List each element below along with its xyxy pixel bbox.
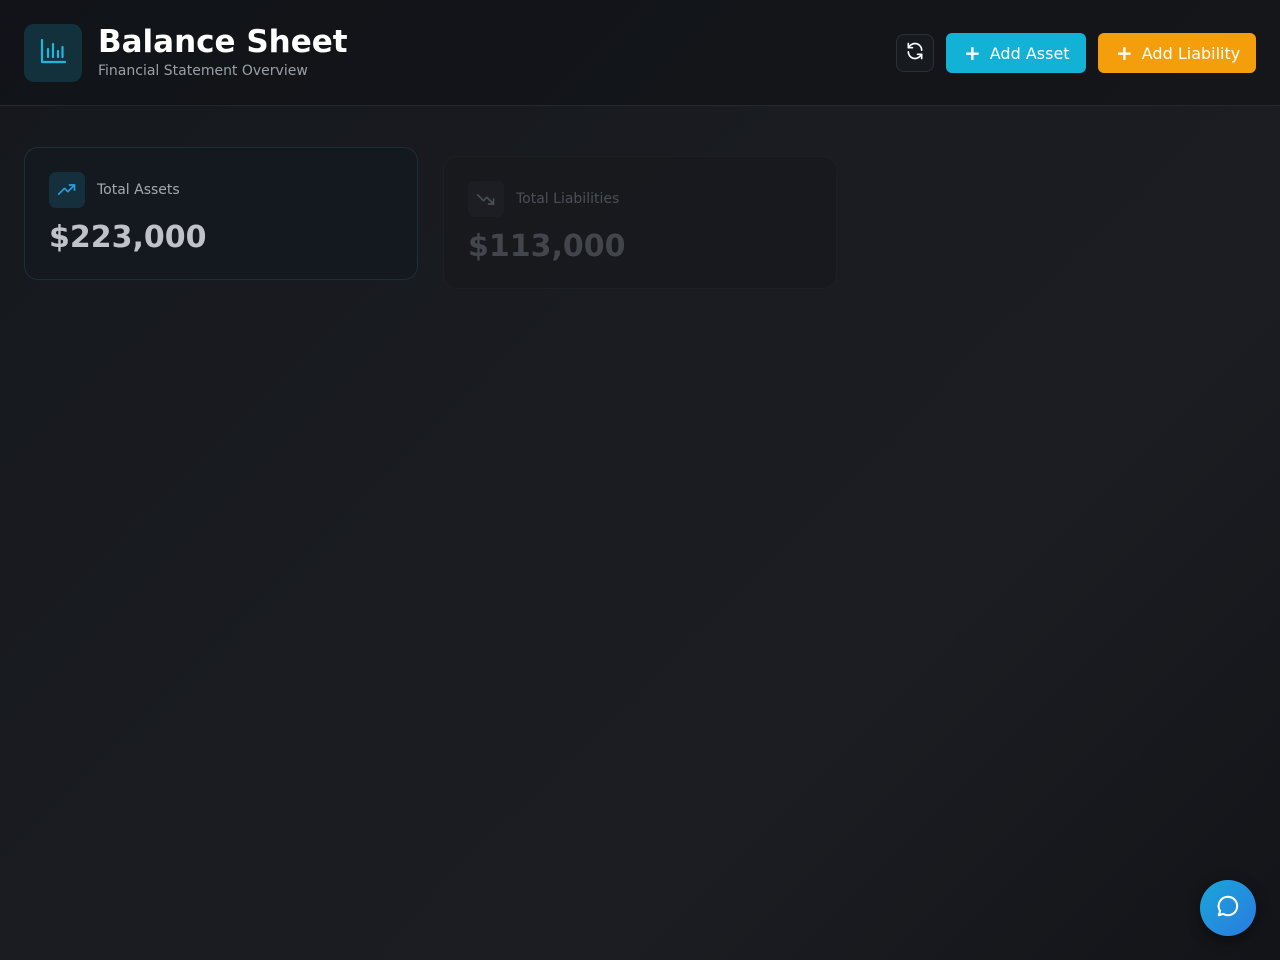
refresh-icon	[905, 41, 925, 65]
total-assets-card: Total Assets $223,000	[24, 147, 418, 280]
top-header: Balance Sheet Financial Statement Overvi…	[0, 0, 1280, 106]
add-liability-label: Add Liability	[1141, 43, 1241, 63]
plus-icon: +	[964, 41, 981, 65]
trending-up-icon	[49, 172, 85, 208]
total-assets-value: $223,000	[49, 220, 207, 255]
bar-chart-icon	[39, 37, 67, 69]
page-title: Balance Sheet	[98, 24, 348, 60]
total-liabilities-card: Total Liabilities $113,000	[443, 156, 837, 289]
page-subtitle: Financial Statement Overview	[98, 63, 308, 79]
add-asset-label: Add Asset	[989, 43, 1070, 63]
app-logo	[24, 24, 82, 82]
plus-icon: +	[1116, 41, 1133, 65]
trending-down-icon	[468, 181, 504, 217]
add-liability-button[interactable]: + Add Liability	[1098, 33, 1256, 73]
total-liabilities-value: $113,000	[468, 229, 626, 264]
total-liabilities-label: Total Liabilities	[516, 191, 620, 207]
total-assets-label: Total Assets	[97, 182, 180, 198]
refresh-button[interactable]	[896, 34, 934, 72]
chat-button[interactable]	[1200, 880, 1256, 936]
chat-bubble-icon	[1215, 893, 1241, 923]
add-asset-button[interactable]: + Add Asset	[946, 33, 1086, 73]
